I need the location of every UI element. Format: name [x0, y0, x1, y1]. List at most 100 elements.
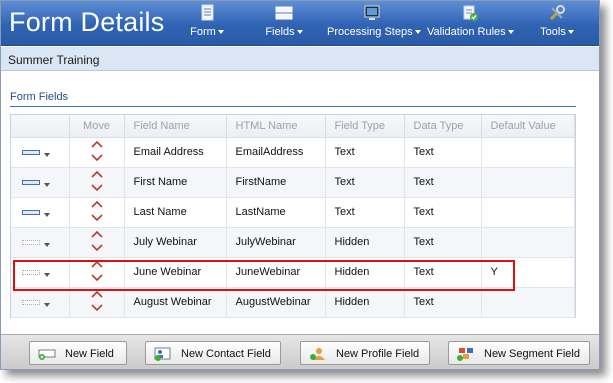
menu-tools[interactable]: Tools — [537, 4, 577, 44]
new-segment-field-icon — [457, 348, 473, 361]
table-row[interactable]: First Name FirstName Text Text — [11, 167, 575, 198]
move-arrows-icon[interactable] — [90, 200, 104, 222]
new-contact-field-button[interactable]: New Contact Field — [145, 341, 281, 365]
field-name-cell[interactable]: Email Address — [124, 137, 227, 168]
column-header-field-type[interactable]: Field Type — [325, 115, 405, 138]
html-name-cell: EmailAddress — [226, 137, 326, 168]
chevron-down-icon[interactable] — [44, 152, 50, 157]
table-row[interactable]: Last Name LastName Text Text — [11, 197, 575, 228]
field-type-selector[interactable] — [11, 257, 70, 288]
new-segment-field-label: New Segment Field — [484, 348, 580, 360]
move-arrows-icon[interactable] — [90, 260, 104, 282]
field-type-selector[interactable] — [11, 167, 70, 198]
html-name-cell: LastName — [226, 197, 326, 228]
header-bar: Form Details Form Fields Processing Step… — [1, 1, 599, 46]
field-name-cell[interactable]: August Webinar — [124, 287, 227, 318]
move-arrows-icon[interactable] — [90, 170, 104, 192]
new-segment-field-button[interactable]: New Segment Field — [448, 341, 590, 365]
move-arrows-icon[interactable] — [90, 290, 104, 312]
chevron-down-icon — [414, 30, 421, 35]
tools-icon — [549, 5, 565, 21]
chevron-down-icon[interactable] — [44, 182, 50, 187]
menu-form[interactable]: Form — [187, 4, 227, 44]
table-row[interactable]: July Webinar JulyWebinar Hidden Text — [11, 227, 575, 258]
chevron-down-icon[interactable] — [44, 272, 50, 277]
field-type-selector[interactable] — [11, 197, 70, 228]
hidden-field-icon — [22, 239, 40, 245]
validation-rules-icon — [463, 5, 478, 21]
new-field-button[interactable]: New Field — [29, 341, 127, 365]
field-name-cell[interactable]: First Name — [124, 167, 227, 198]
new-profile-field-label: New Profile Field — [336, 348, 420, 360]
move-handle[interactable] — [69, 197, 125, 228]
default-value-cell — [481, 287, 575, 318]
field-type-selector[interactable] — [11, 287, 70, 318]
html-name-cell: AugustWebinar — [226, 287, 326, 318]
html-name-cell: FirstName — [226, 167, 326, 198]
field-type-cell: Text — [325, 197, 405, 228]
html-name-cell: JulyWebinar — [226, 227, 326, 258]
table-row[interactable]: June Webinar JuneWebinar Hidden Text Y — [11, 257, 575, 288]
field-type-cell: Hidden — [325, 287, 405, 318]
table-row[interactable]: August Webinar AugustWebinar Hidden Text — [11, 287, 575, 318]
chevron-down-icon[interactable] — [44, 212, 50, 217]
menu-processing-steps[interactable]: Processing Steps — [327, 4, 421, 44]
column-header-field-name[interactable]: Field Name — [124, 115, 227, 138]
column-header-default-value[interactable]: Default Value — [481, 115, 575, 138]
field-type-cell: Hidden — [325, 227, 405, 258]
move-handle[interactable] — [69, 287, 125, 318]
column-header-data-type[interactable]: Data Type — [404, 115, 482, 138]
default-value-cell — [481, 227, 575, 258]
form-fields-table: Move Field Name HTML Name Field Type Dat… — [10, 114, 576, 318]
field-type-selector[interactable] — [11, 137, 70, 168]
field-name-cell[interactable]: Last Name — [124, 197, 227, 228]
new-profile-field-button[interactable]: New Profile Field — [300, 341, 430, 365]
default-value-cell — [481, 167, 575, 198]
default-value-cell — [481, 197, 575, 228]
field-name-cell[interactable]: July Webinar — [124, 227, 227, 258]
text-field-icon — [22, 179, 40, 185]
data-type-cell: Text — [404, 287, 482, 318]
breadcrumb-form-name: Summer Training — [8, 53, 100, 67]
column-header-control — [11, 115, 70, 138]
chevron-down-icon — [296, 30, 303, 35]
column-header-html-name[interactable]: HTML Name — [226, 115, 326, 138]
text-field-icon — [22, 149, 40, 155]
table-row[interactable]: Email Address EmailAddress Text Text — [11, 137, 575, 168]
table-header-row: Move Field Name HTML Name Field Type Dat… — [11, 115, 575, 138]
field-name-cell[interactable]: June Webinar — [124, 257, 227, 288]
move-handle[interactable] — [69, 227, 125, 258]
hidden-field-icon — [22, 269, 40, 275]
processing-steps-icon — [364, 5, 380, 20]
fields-icon — [275, 6, 293, 20]
field-type-cell: Text — [325, 137, 405, 168]
move-handle[interactable] — [69, 167, 125, 198]
new-profile-field-icon — [310, 348, 325, 360]
field-type-selector[interactable] — [11, 227, 70, 258]
html-name-cell: JuneWebinar — [226, 257, 326, 288]
chevron-down-icon — [567, 30, 574, 35]
chevron-down-icon[interactable] — [44, 242, 50, 247]
column-header-move: Move — [69, 115, 125, 138]
menu-fields[interactable]: Fields — [262, 4, 306, 44]
move-handle[interactable] — [69, 137, 125, 168]
hidden-field-icon — [22, 299, 40, 305]
footer-toolbar: New Field New Contact Field New Profile … — [1, 334, 599, 369]
menu-tools-label: Tools — [540, 26, 566, 38]
move-arrows-icon[interactable] — [90, 230, 104, 252]
default-value-cell — [481, 137, 575, 168]
form-icon — [201, 4, 214, 21]
chevron-down-icon[interactable] — [44, 302, 50, 307]
new-contact-field-icon — [154, 347, 171, 361]
new-field-label: New Field — [65, 348, 114, 360]
menu-processing-steps-label: Processing Steps — [327, 26, 413, 38]
data-type-cell: Text — [404, 227, 482, 258]
menu-form-label: Form — [190, 26, 216, 38]
section-title: Form Fields — [10, 91, 69, 103]
data-type-cell: Text — [404, 197, 482, 228]
breadcrumb: Summer Training — [1, 47, 599, 71]
move-handle[interactable] — [69, 257, 125, 288]
menu-validation-rules[interactable]: Validation Rules — [427, 4, 514, 44]
default-value-cell: Y — [481, 257, 575, 288]
move-arrows-icon[interactable] — [90, 140, 104, 162]
